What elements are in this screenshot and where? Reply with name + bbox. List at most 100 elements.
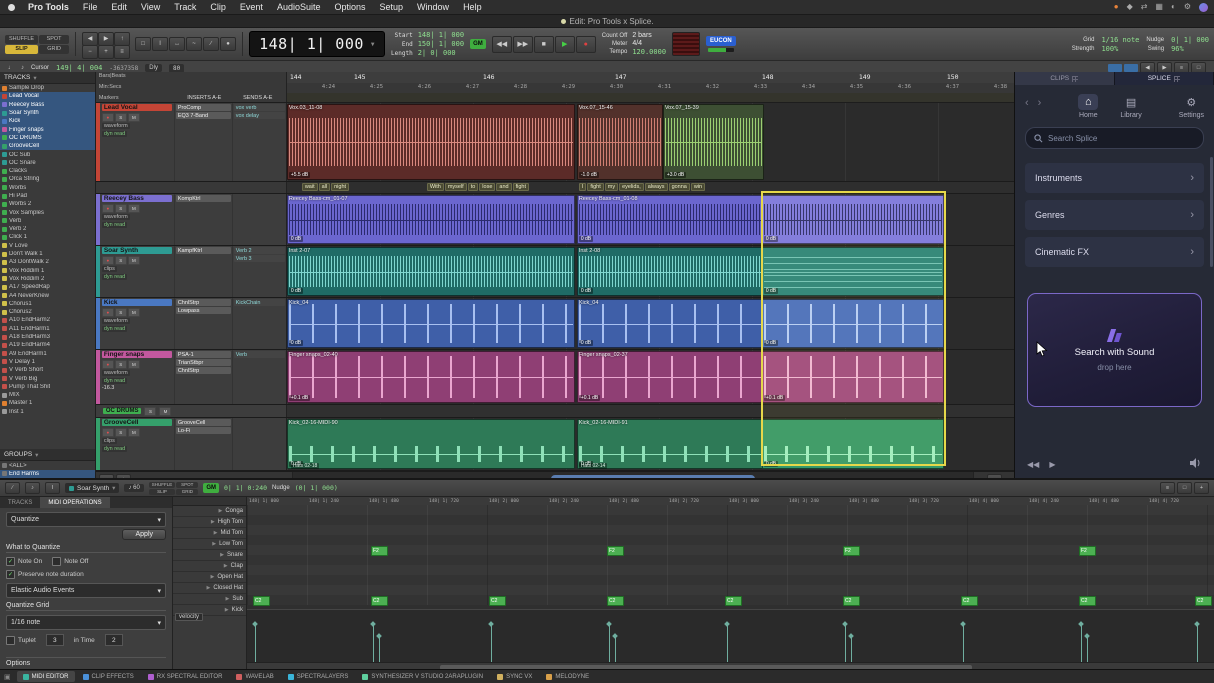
lyric-marker[interactable]: fight: [513, 183, 529, 191]
menu-item[interactable]: Window: [410, 2, 456, 12]
zoom-button[interactable]: ↑: [114, 32, 130, 46]
expand-arrow-icon[interactable]: ▶: [225, 607, 229, 613]
note-on-checkbox[interactable]: ✓: [6, 557, 15, 566]
midi-edit-mode-button[interactable]: GRID: [176, 489, 198, 495]
midi-note[interactable]: F2: [607, 546, 624, 556]
midi-note[interactable]: C2: [253, 596, 270, 606]
lyric-marker[interactable]: all: [319, 183, 331, 191]
track-name[interactable]: Lead Vocal: [102, 104, 172, 111]
dock-tab[interactable]: WAVELAB: [230, 671, 279, 682]
track-list-item[interactable]: Master 1: [0, 399, 95, 407]
track-name[interactable]: Finger snaps: [102, 351, 172, 358]
track-name[interactable]: GrooveCell: [102, 419, 172, 426]
velocity-stem[interactable]: [1197, 624, 1198, 662]
selection-length[interactable]: 2| 0| 000: [418, 49, 464, 57]
lyric-marker[interactable]: wait: [302, 183, 318, 191]
user-avatar[interactable]: [1199, 3, 1208, 12]
track-name[interactable]: Soar Synth: [102, 247, 172, 254]
metronome-icon[interactable]: ♩: [8, 65, 14, 71]
track-arrange-area[interactable]: Reecey Bass-cm_01-07 0 dB Reecey Bass-cm…: [287, 194, 1014, 245]
mute-button[interactable]: M: [128, 308, 140, 317]
lyric-marker[interactable]: and: [496, 183, 511, 191]
send-slot[interactable]: KickChain: [234, 299, 285, 306]
nudge-value[interactable]: 0| 1| 000: [1171, 36, 1209, 44]
markers-ruler[interactable]: [287, 93, 1014, 102]
tab-midi-operations[interactable]: MIDI OPERATIONS: [40, 497, 109, 508]
insert-slot[interactable]: KampfKtrl: [176, 247, 231, 254]
track-list-item[interactable]: Clacks: [0, 167, 95, 175]
menu-item[interactable]: AudioSuite: [270, 2, 328, 12]
edit-tool-button[interactable]: □: [135, 37, 151, 51]
quantize-operation-select[interactable]: Quantize▾: [6, 512, 166, 527]
insert-slot[interactable]: KompKtrl: [176, 195, 231, 202]
track-list-item[interactable]: A10 EndHarm2: [0, 316, 95, 324]
drum-lane-rows[interactable]: [247, 505, 1214, 605]
track-view-selector[interactable]: clips: [102, 438, 117, 444]
mute-button[interactable]: M: [128, 256, 140, 265]
folder-track-name[interactable]: OC DRUMS: [103, 408, 142, 414]
velocity-stem[interactable]: [1087, 636, 1088, 662]
midi-nudge-value[interactable]: (0| 1| 000): [295, 484, 338, 492]
track-name[interactable]: Kick: [102, 299, 172, 306]
track-arrange-area[interactable]: Finger snaps_02-40 +0.1 dB Finger snaps_…: [287, 350, 1014, 404]
timeline-selection-chip[interactable]: [1108, 64, 1122, 72]
tuplet-checkbox[interactable]: [6, 636, 15, 645]
lyric-marker[interactable]: gonna: [669, 183, 690, 191]
menu-item[interactable]: Help: [456, 2, 489, 12]
splice-nav-item[interactable]: ⌂ Home: [1078, 94, 1098, 119]
track-list-item[interactable]: Reecey Bass: [0, 101, 95, 109]
lyric-marker[interactable]: eyelids,: [619, 183, 644, 191]
lyric-marker[interactable]: win: [691, 183, 705, 191]
folder-solo-button[interactable]: S: [144, 407, 156, 416]
lyric-marker[interactable]: With: [427, 183, 444, 191]
dock-tab[interactable]: SYNC VX: [491, 671, 538, 682]
track-arrange-area[interactable]: Inst 2-07 0 dB Inst 2-08 0 dB 0 dB: [287, 246, 1014, 297]
audio-clip[interactable]: Finger snaps_02-37 +0.1 dB: [577, 351, 764, 403]
dock-tab[interactable]: SPECTRALAYERS: [282, 671, 355, 682]
audio-clip[interactable]: Vox.03_11-08 +5.5 dB: [287, 104, 575, 180]
ruler-label-markers[interactable]: Markers: [99, 95, 182, 101]
midi-note[interactable]: F2: [843, 546, 860, 556]
lyric-marker[interactable]: night: [331, 183, 349, 191]
track-list-item[interactable]: Don't Walk 1: [0, 250, 95, 258]
status-icon[interactable]: ⚙: [1184, 3, 1191, 11]
counter-dropdown-icon[interactable]: ▼: [371, 41, 375, 48]
track-list-item[interactable]: Soar Synth: [0, 109, 95, 117]
track-list-item[interactable]: A18 EndHarm3: [0, 333, 95, 341]
track-list-item[interactable]: Chorus2: [0, 308, 95, 316]
audio-clip[interactable]: 0 dB: [762, 419, 944, 469]
status-icon[interactable]: ⇄: [1141, 3, 1148, 11]
expand-arrow-icon[interactable]: ▶: [212, 541, 216, 547]
notation-view-button[interactable]: ≡: [1160, 482, 1175, 494]
record-enable-button[interactable]: ●: [102, 428, 114, 437]
sub-clip-label[interactable]: Hats 02-18: [291, 463, 319, 469]
expand-arrow-icon[interactable]: ▶: [224, 563, 228, 569]
preserve-duration-checkbox[interactable]: ✓: [6, 570, 15, 579]
expand-arrow-icon[interactable]: ▶: [211, 519, 215, 525]
edit-mode-button[interactable]: SPOT: [39, 35, 69, 44]
solo-button[interactable]: S: [115, 428, 127, 437]
audio-clip[interactable]: Kick_04 0 dB: [577, 299, 764, 348]
edit-mode-button[interactable]: SHUFFLE: [5, 35, 38, 44]
track-list-item[interactable]: A11 EndHarm1: [0, 325, 95, 333]
splice-nav-settings[interactable]: ⚙ Settings: [1179, 94, 1204, 119]
send-slot[interactable]: Verb: [234, 351, 285, 358]
splice-category-item[interactable]: Instruments›: [1025, 163, 1204, 193]
solo-button[interactable]: S: [115, 256, 127, 265]
midi-note[interactable]: C2: [961, 596, 978, 606]
tuplet-numerator-field[interactable]: 3: [46, 634, 64, 646]
drum-lane-key[interactable]: ▶ Mid Tom: [173, 528, 246, 539]
track-list-item[interactable]: Vox Riddim 2: [0, 275, 95, 283]
insert-slot[interactable]: GrooveCell: [176, 419, 231, 426]
insert-slot[interactable]: TrianStbpr: [176, 359, 231, 366]
track-list-item[interactable]: V Delay 1: [0, 358, 95, 366]
send-slot[interactable]: vox verb: [234, 104, 285, 111]
track-list-item[interactable]: OC Snare: [0, 159, 95, 167]
window-icon[interactable]: ▣: [4, 673, 11, 681]
lyric-marker[interactable]: fight: [587, 183, 603, 191]
speaker-icon[interactable]: [1190, 458, 1202, 470]
drum-lane-key[interactable]: ▶ Open Hat: [173, 572, 246, 583]
expand-arrow-icon[interactable]: ▶: [206, 585, 210, 591]
zoom-button[interactable]: ▶: [98, 32, 114, 46]
track-list-item[interactable]: Lead Vocal: [0, 92, 95, 100]
